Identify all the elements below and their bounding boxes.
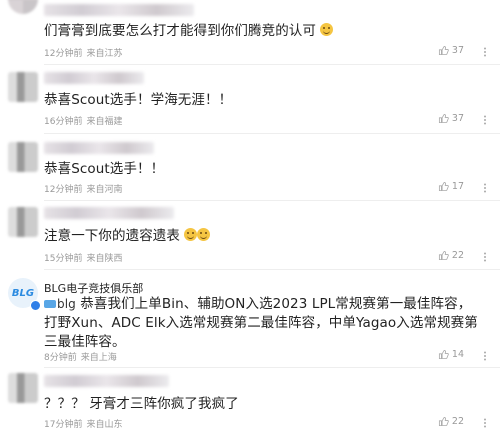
comment-location: 来自江苏: [86, 49, 123, 59]
more-dots-icon[interactable]: [480, 418, 490, 428]
comment-text-content: 恭喜我们上单Bin、辅助ON入选2023 LPL常规赛第一最佳阵容，打野Xun、…: [44, 296, 478, 350]
comment-time: 12分钟前: [44, 49, 83, 59]
like-count: 22: [451, 250, 464, 261]
like-button[interactable]: 17: [438, 181, 464, 192]
comment-item: ？？？ 牙膏才三阵你疯了我疯了 17分钟前 来自山东 22: [0, 369, 500, 440]
more-dots-icon[interactable]: [480, 115, 490, 125]
username-blurred[interactable]: [44, 72, 144, 84]
comment-time: 16分钟前: [44, 117, 83, 127]
divider: [44, 367, 500, 368]
comment-item: 恭喜Scout选手！学海无涯！！ 16分钟前 来自福建 37: [0, 66, 500, 134]
more-dots-icon[interactable]: [480, 351, 490, 361]
blg-mini-icon: [44, 300, 56, 308]
comment-text-content: 们膏膏到底要怎么打才能得到你们腾竞的认可: [44, 23, 316, 39]
comment-text-content: 注意一下你的遗容遗表: [44, 228, 180, 244]
avatar[interactable]: [8, 373, 38, 403]
verified-badge-icon: [30, 300, 41, 311]
thumbs-up-icon: [438, 45, 449, 56]
author-name[interactable]: BLG电子竞技俱乐部: [44, 280, 143, 296]
like-button[interactable]: 22: [438, 416, 464, 427]
comment-location: 来自河南: [86, 185, 123, 195]
like-count: 14: [451, 349, 464, 360]
like-button[interactable]: 37: [438, 45, 464, 56]
more-dots-icon[interactable]: [480, 252, 490, 262]
comment-time: 15分钟前: [44, 254, 83, 264]
comment-meta: 12分钟前 来自河南: [44, 182, 122, 195]
comment-meta: 15分钟前 来自陕西: [44, 251, 122, 264]
thumbs-up-icon: [438, 181, 449, 192]
comment-text: 注意一下你的遗容遗表: [44, 227, 482, 246]
more-dots-icon[interactable]: [480, 47, 490, 57]
like-count: 17: [451, 181, 464, 192]
avatar[interactable]: [8, 0, 38, 14]
comment-item: 注意一下你的遗容遗表 15分钟前 来自陕西 22: [0, 201, 500, 270]
username-blurred[interactable]: [44, 207, 174, 219]
comment-prefix: blg: [57, 297, 76, 311]
comment-text: blg 恭喜我们上单Bin、辅助ON入选2023 LPL常规赛第一最佳阵容，打野…: [44, 295, 482, 352]
comment-text: 们膏膏到底要怎么打才能得到你们腾竞的认可: [44, 22, 482, 41]
like-count: 37: [451, 45, 464, 56]
avatar[interactable]: [8, 207, 38, 237]
smile-emoji-icon: [197, 228, 211, 241]
username-blurred[interactable]: [44, 4, 194, 16]
avatar[interactable]: [8, 142, 38, 172]
comment-text: ？？？ 牙膏才三阵你疯了我疯了: [44, 395, 482, 414]
thumbs-up-icon: [438, 416, 449, 427]
smile-emoji-icon: [184, 228, 198, 241]
comment-meta: 8分钟前 来自上海: [44, 350, 117, 363]
divider: [44, 64, 500, 65]
comment-location: 来自福建: [86, 117, 123, 127]
comment-text: 恭喜Scout选手！！: [44, 160, 482, 179]
username-blurred[interactable]: [44, 142, 154, 154]
thumbs-up-icon: [438, 113, 449, 124]
comment-location: 来自上海: [80, 353, 117, 363]
thumbs-up-icon: [438, 349, 449, 360]
smile-emoji-icon: [320, 23, 334, 36]
avatar[interactable]: [8, 72, 38, 102]
comment-meta: 16分钟前 来自福建: [44, 114, 122, 127]
like-button[interactable]: 37: [438, 113, 464, 124]
blg-logo-text: BLG: [11, 287, 35, 299]
comment-time: 12分钟前: [44, 185, 83, 195]
comment-text-content: ？？？ 牙膏才三阵你疯了我疯了: [44, 396, 239, 412]
comment-time: 17分钟前: [44, 420, 83, 430]
comment-meta: 17分钟前 来自山东: [44, 417, 122, 430]
comment-item: 恭喜Scout选手！！ 12分钟前 来自河南 17: [0, 134, 500, 201]
like-count: 22: [451, 416, 464, 427]
comment-text: 恭喜Scout选手！学海无涯！！: [44, 91, 482, 110]
like-button[interactable]: 22: [438, 250, 464, 261]
comment-meta: 12分钟前 来自江苏: [44, 46, 122, 59]
comment-time: 8分钟前: [44, 353, 77, 363]
thumbs-up-icon: [438, 250, 449, 261]
more-dots-icon[interactable]: [480, 183, 490, 193]
comment-location: 来自陕西: [86, 254, 123, 264]
username-blurred[interactable]: [44, 375, 169, 387]
comment-text-content: 恭喜Scout选手！！: [44, 161, 165, 177]
like-count: 37: [451, 113, 464, 124]
like-button[interactable]: 14: [438, 349, 464, 360]
comment-text-content: 恭喜Scout选手！学海无涯！！: [44, 92, 233, 108]
comment-item: BLG BLG电子竞技俱乐部 blg 恭喜我们上单Bin、辅助ON入选2023 …: [0, 270, 500, 368]
comment-item: 们膏膏到底要怎么打才能得到你们腾竞的认可 12分钟前 来自江苏 37: [0, 0, 500, 66]
comment-location: 来自山东: [86, 420, 123, 430]
